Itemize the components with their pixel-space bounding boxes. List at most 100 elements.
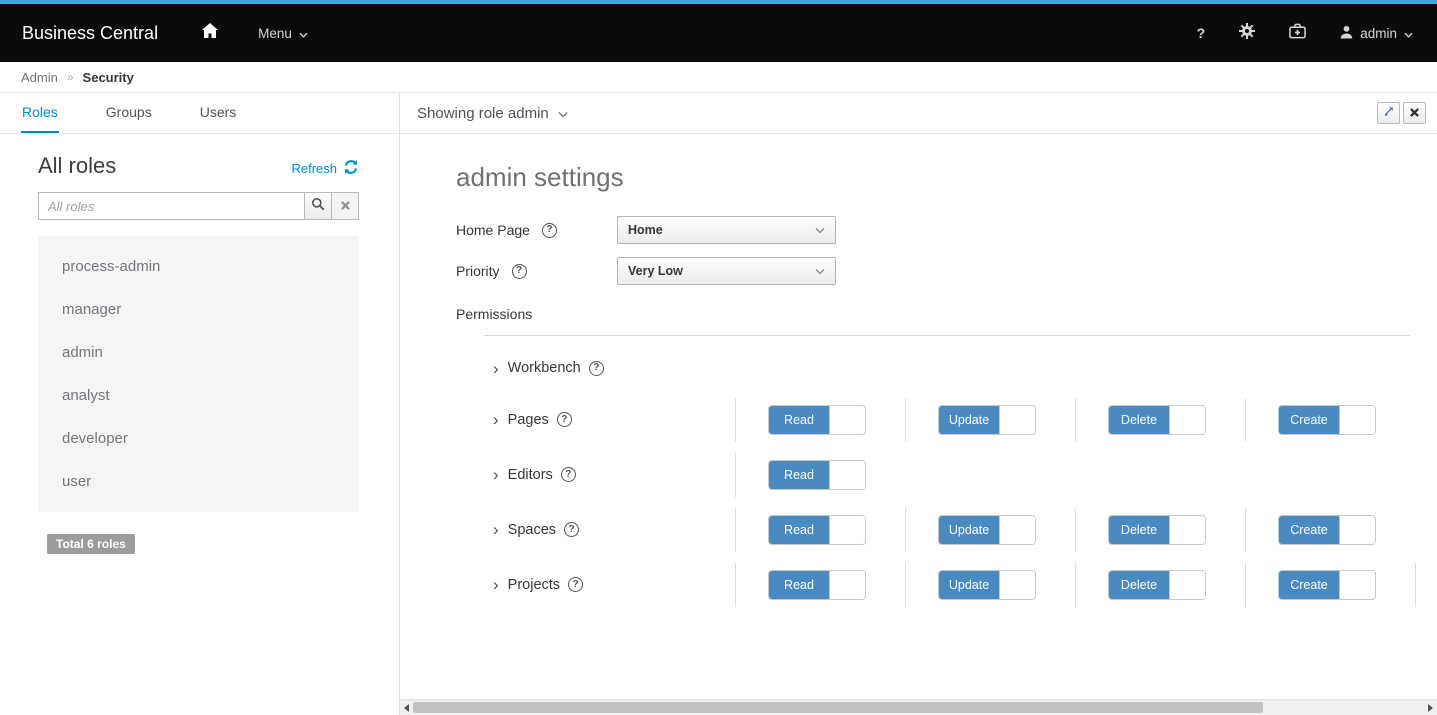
close-panel-button[interactable]	[1403, 102, 1426, 124]
toggle-spaces-create[interactable]: Create	[1278, 515, 1376, 545]
breadcrumb-admin-link[interactable]: Admin	[21, 70, 58, 85]
showing-role-dropdown[interactable]: Showing role admin	[417, 105, 568, 122]
role-list-item[interactable]: analyst	[38, 374, 359, 417]
cell-divider	[905, 508, 906, 552]
permission-row-workbench: › Workbench ?	[456, 344, 1437, 392]
role-list-item[interactable]: user	[38, 460, 359, 503]
cell-divider	[735, 453, 736, 497]
permissions-grid: › Workbench ? › Pages ? Read	[456, 344, 1437, 612]
toggle-spaces-update[interactable]: Update	[938, 515, 1036, 545]
expand-panel-button[interactable]	[1377, 102, 1400, 124]
chevron-right-icon[interactable]: ›	[493, 576, 499, 593]
chevron-right-icon[interactable]: ›	[493, 521, 499, 538]
home-nav-button[interactable]	[202, 23, 218, 43]
role-list-item[interactable]: developer	[38, 417, 359, 460]
roles-panel-header: All roles Refresh	[38, 153, 359, 179]
showing-role-label: Showing role admin	[417, 105, 549, 122]
toggle-pages-read[interactable]: Read	[768, 405, 866, 435]
role-detail-panel: Showing role admin	[400, 93, 1437, 715]
toggle-projects-delete[interactable]: Delete	[1108, 570, 1206, 600]
help-button[interactable]: ?	[1180, 25, 1223, 41]
chevron-down-icon	[815, 227, 825, 234]
help-circle-icon[interactable]: ?	[542, 223, 557, 238]
permission-row-spaces: › Spaces ? Read Update	[456, 502, 1437, 557]
role-list-item[interactable]: process-admin	[38, 245, 359, 288]
top-navbar: Business Central Menu ?	[0, 4, 1437, 62]
home-page-select[interactable]: Home	[617, 216, 836, 244]
scroll-right-arrow[interactable]	[1428, 704, 1433, 712]
cell-divider	[1075, 563, 1076, 607]
chevron-right-icon[interactable]: ›	[493, 411, 499, 428]
toggle-on-label: Delete	[1109, 516, 1169, 544]
role-list-item[interactable]: admin	[38, 331, 359, 374]
toggle-pages-delete[interactable]: Delete	[1108, 405, 1206, 435]
toggle-on-label: Delete	[1109, 571, 1169, 599]
home-page-label: Home Page ?	[456, 222, 617, 238]
permissions-section-label: Permissions	[456, 306, 1437, 322]
cell-divider	[1415, 563, 1416, 607]
gear-icon	[1239, 23, 1255, 44]
refresh-button[interactable]: Refresh	[291, 159, 359, 178]
permission-row-editors: › Editors ? Read	[456, 447, 1437, 502]
help-circle-icon[interactable]: ?	[568, 577, 583, 592]
user-menu[interactable]: admin	[1323, 25, 1415, 42]
search-button[interactable]	[305, 192, 332, 220]
help-circle-icon[interactable]: ?	[512, 264, 527, 279]
toggle-handle	[999, 571, 1035, 599]
roles-search-group	[38, 192, 359, 220]
toggle-editors-read[interactable]: Read	[768, 460, 866, 490]
app-brand[interactable]: Business Central	[22, 23, 158, 44]
help-circle-icon[interactable]: ?	[589, 361, 604, 376]
tab-roles[interactable]: Roles	[21, 93, 59, 133]
scroll-left-arrow[interactable]	[404, 704, 409, 712]
toggle-projects-read[interactable]: Read	[768, 570, 866, 600]
toggle-spaces-read[interactable]: Read	[768, 515, 866, 545]
help-circle-icon[interactable]: ?	[557, 412, 572, 427]
horizontal-scrollbar	[400, 699, 1437, 715]
toggle-spaces-delete[interactable]: Delete	[1108, 515, 1206, 545]
permission-name: Editors	[508, 467, 553, 483]
roles-list: process-admin manager admin analyst deve…	[38, 236, 359, 512]
toggle-on-label: Create	[1279, 571, 1339, 599]
tab-users[interactable]: Users	[199, 93, 238, 133]
toggle-on-label: Read	[769, 516, 829, 544]
permission-cell: Create	[1245, 563, 1415, 607]
breadcrumb: Admin » Security	[0, 62, 1437, 93]
permission-cell: Delete	[1075, 508, 1245, 552]
toggle-pages-update[interactable]: Update	[938, 405, 1036, 435]
selected-value: Very Low	[628, 264, 683, 278]
chevron-right-icon[interactable]: ›	[493, 360, 499, 377]
toggle-handle	[1169, 516, 1205, 544]
toggle-handle	[1339, 571, 1375, 599]
settings-button[interactable]	[1222, 23, 1272, 44]
toggle-on-label: Update	[939, 571, 999, 599]
chevron-right-icon[interactable]: ›	[493, 466, 499, 483]
toggle-on-label: Read	[769, 461, 829, 489]
help-circle-icon[interactable]: ?	[564, 522, 579, 537]
toggle-projects-update[interactable]: Update	[938, 570, 1036, 600]
permission-cell: Read	[735, 508, 905, 552]
admin-tools-button[interactable]	[1272, 23, 1323, 44]
cell-divider	[1245, 398, 1246, 442]
tab-groups[interactable]: Groups	[105, 93, 153, 133]
clear-search-button[interactable]	[332, 192, 359, 220]
permission-name: Spaces	[508, 522, 556, 538]
permission-name: Workbench	[508, 360, 581, 376]
priority-label: Priority ?	[456, 263, 617, 279]
role-list-item[interactable]: manager	[38, 288, 359, 331]
permission-name-cell: › Spaces ?	[456, 521, 735, 538]
toggle-pages-create[interactable]: Create	[1278, 405, 1376, 435]
medkit-icon	[1289, 23, 1306, 44]
cell-divider	[1075, 398, 1076, 442]
field-label-text: Home Page	[456, 222, 530, 238]
priority-select[interactable]: Very Low	[617, 257, 836, 285]
roles-search-input[interactable]	[38, 192, 305, 220]
toggle-projects-create[interactable]: Create	[1278, 570, 1376, 600]
help-circle-icon[interactable]: ?	[561, 467, 576, 482]
scrollbar-thumb[interactable]	[413, 702, 1263, 713]
field-label-text: Priority	[456, 263, 500, 279]
permission-cell: Create	[1245, 508, 1415, 552]
menu-dropdown[interactable]: Menu	[258, 26, 308, 41]
permission-cell: Create	[1245, 398, 1415, 442]
permission-cell: Delete	[1075, 398, 1245, 442]
